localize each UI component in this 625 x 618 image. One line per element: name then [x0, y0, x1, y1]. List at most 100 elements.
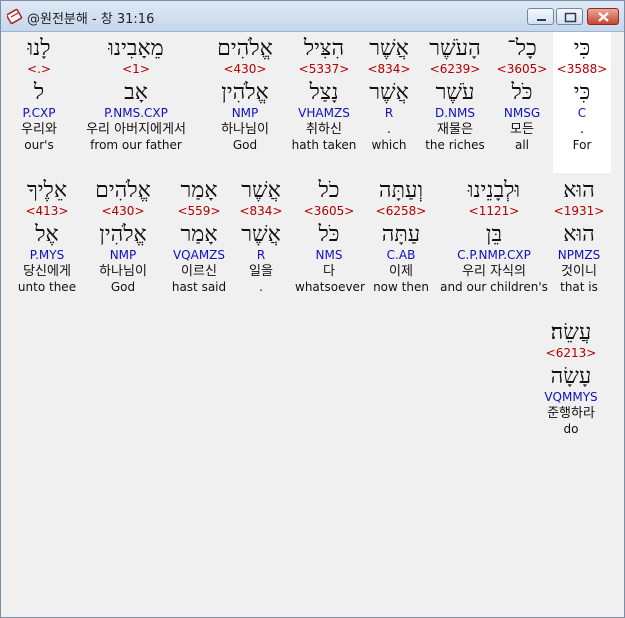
hebrew-word: כָל־ [507, 36, 537, 61]
strong-number[interactable]: <6258> [369, 204, 433, 218]
english-gloss: from our father [90, 138, 182, 152]
hebrew-word: הִצִּיל [303, 36, 345, 61]
morphology-code: R [256, 248, 266, 262]
english-gloss: whatsoever [295, 280, 365, 294]
morphology-code: C [577, 106, 587, 120]
maximize-button[interactable] [556, 8, 583, 25]
word-column[interactable]: אֱלֹהִים <430> אֱלֹהִין NMP 하나님이 God [208, 32, 282, 152]
korean-gloss: 다 [323, 264, 335, 279]
lexical-form: אֲשֶׁר [369, 80, 409, 105]
strong-number[interactable]: <834> [235, 204, 287, 218]
english-gloss: all [514, 138, 530, 152]
lexical-form: אֲשֶׁר [241, 222, 281, 247]
word-column[interactable]: וּלְבָנֵינוּ <1121> בֵּן C.P.NMP.CXP 우리 … [439, 174, 549, 294]
english-gloss: hath taken [291, 138, 357, 152]
word-column[interactable]: אֱלֹהִים <430> אֱלֹהִין NMP 하나님이 God [85, 174, 161, 294]
word-column[interactable]: כָל־ <3605> כֹּל NMSG 모든 all [491, 32, 553, 152]
minimize-icon [537, 19, 546, 21]
hebrew-word: הוּא [563, 178, 595, 203]
word-column[interactable]: כִּי <3588> כִּי C . For [553, 32, 611, 173]
word-column[interactable]: אֵלֶיךָ <413> אֶל P.MYS 당신에게 unto thee [15, 174, 79, 294]
lexical-form: אֶל [35, 222, 59, 247]
hebrew-word: לָנוּ [27, 36, 51, 61]
korean-gloss: 이르신 [181, 264, 217, 279]
lexical-form: אָב [124, 80, 148, 105]
english-gloss: God [110, 280, 136, 294]
lexical-form: אֱלֹהִין [99, 222, 147, 247]
korean-gloss: . [579, 122, 585, 137]
strong-number[interactable]: <6213> [537, 346, 605, 360]
word-column[interactable]: לָנוּ <.> ל P.CXP 우리와 our's [11, 32, 67, 152]
korean-gloss: 일을 [249, 264, 273, 279]
morphology-code: R [384, 106, 394, 120]
morphology-code: C.P.NMP.CXP [457, 248, 531, 262]
strong-number[interactable]: <.> [11, 62, 67, 76]
lexical-form: אָמַר [180, 222, 218, 247]
hebrew-word: וּלְבָנֵינוּ [467, 178, 521, 203]
close-icon [598, 12, 609, 22]
title-bar[interactable]: @원전분해 - 창 31:16 [1, 1, 624, 32]
word-column[interactable]: הִצִּיל <5337> נָצַל VHAMZS 취하신 hath tak… [289, 32, 359, 152]
lexical-form: עֹשֶׁר [435, 80, 475, 105]
hebrew-word: אֵלֶיךָ [26, 178, 68, 203]
lexical-form: הוּא [563, 222, 595, 247]
strong-number[interactable]: <1121> [439, 204, 549, 218]
word-column[interactable]: אָמַר <559> אָמַר VQAMZS 이르신 hast said [167, 174, 231, 294]
strong-number[interactable]: <3605> [295, 204, 363, 218]
word-column[interactable]: אֲשֶׁר <834> אֲשֶׁר R . which [359, 32, 419, 152]
strong-number[interactable]: <1931> [549, 204, 609, 218]
english-gloss: unto thee [17, 280, 77, 294]
minimize-button[interactable] [527, 8, 554, 25]
morphology-code: VQMMYS [544, 390, 598, 404]
korean-gloss: 이제 [389, 264, 413, 279]
morphology-code: VHAMZS [298, 106, 350, 120]
window-title: @원전분해 - 창 31:16 [27, 12, 155, 27]
close-button[interactable] [587, 8, 619, 25]
morphology-code: P.CXP [22, 106, 56, 120]
lexical-form: אֱלֹהִין [221, 80, 269, 105]
korean-gloss: 우리 아버지에게서 [86, 122, 186, 137]
word-column[interactable]: הוּא <1931> הוּא NPMZS 것이니 that is [549, 174, 609, 294]
word-column[interactable]: כֹל <3605> כֹּל NMS 다 whatsoever [295, 174, 365, 294]
word-column[interactable]: מֵאָבִינוּ <1> אָב P.NMS.CXP 우리 아버지에게서 f… [69, 32, 203, 152]
lexical-form: בֵּן [485, 222, 503, 247]
strong-number[interactable]: <3588> [553, 62, 611, 76]
lexical-form: כֹּל [318, 222, 340, 247]
word-column[interactable]: עֲשֵׂה׃ <6213> עָשָׂה VQMMYS 준행하라 do [537, 316, 605, 436]
morphology-code: C.AB [386, 248, 416, 262]
english-gloss: For [572, 138, 592, 152]
hebrew-word: אֲשֶׁר [241, 178, 281, 203]
lexical-form: כֹּל [511, 80, 533, 105]
english-gloss: . [259, 280, 263, 294]
hebrew-word: עֲשֵׂה׃ [550, 320, 592, 345]
strong-number[interactable]: <430> [85, 204, 161, 218]
english-gloss: now then [373, 280, 429, 294]
korean-gloss: 하나님이 [221, 122, 269, 137]
interlinear-window: @원전분해 - 창 31:16 כִּי <3588> כִּי C . For… [0, 0, 625, 618]
lexical-form: עָשָׂה [550, 364, 592, 389]
english-gloss: God [232, 138, 258, 152]
word-column[interactable]: וְעַתָּה <6258> עַתָּה C.AB 이제 now then [369, 174, 433, 294]
hebrew-word: וְעַתָּה [378, 178, 424, 203]
strong-number[interactable]: <430> [208, 62, 282, 76]
english-gloss: the riches [425, 138, 485, 152]
korean-gloss: 것이니 [561, 264, 597, 279]
word-column[interactable]: הָעֹשֶׁר <6239> עֹשֶׁר D.NMS 재물은 the ric… [419, 32, 491, 152]
lexical-form: כִּי [573, 80, 591, 105]
word-column[interactable]: אֲשֶׁר <834> אֲשֶׁר R 일을 . [235, 174, 287, 294]
maximize-icon [564, 12, 577, 23]
english-gloss: and our children's [440, 280, 548, 294]
english-gloss: hast said [171, 280, 227, 294]
strong-number[interactable]: <834> [359, 62, 419, 76]
hebrew-word: אֱלֹהִים [217, 36, 273, 61]
korean-gloss: 재물은 [437, 122, 473, 137]
english-gloss: do [563, 422, 579, 436]
strong-number[interactable]: <5337> [289, 62, 359, 76]
strong-number[interactable]: <413> [15, 204, 79, 218]
strong-number[interactable]: <559> [167, 204, 231, 218]
strong-number[interactable]: <3605> [491, 62, 553, 76]
strong-number[interactable]: <1> [69, 62, 203, 76]
morphology-code: NMP [109, 248, 137, 262]
strong-number[interactable]: <6239> [419, 62, 491, 76]
hebrew-word: מֵאָבִינוּ [108, 36, 164, 61]
